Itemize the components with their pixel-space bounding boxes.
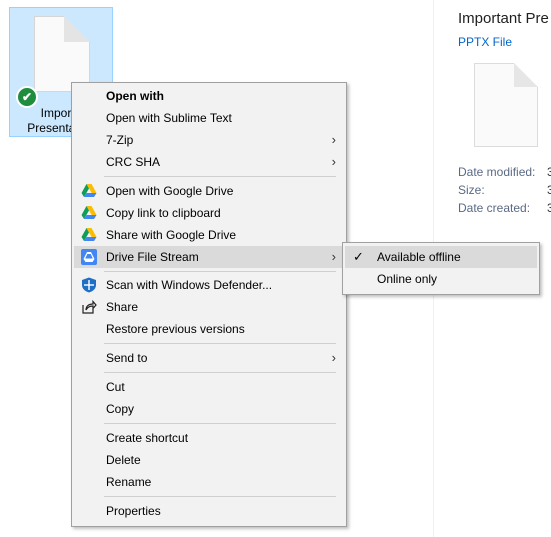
menu-separator xyxy=(104,423,336,424)
menu-item-restore-versions[interactable]: Restore previous versions xyxy=(74,318,344,340)
preview-label-date-modified: Date modified: xyxy=(458,165,536,179)
menu-item-delete[interactable]: Delete xyxy=(74,449,344,471)
chevron-right-icon: › xyxy=(331,249,336,264)
drive-file-stream-submenu: ✓ Available offline Online only xyxy=(342,242,540,295)
file-icon xyxy=(34,16,90,92)
menu-item-open-with[interactable]: Open with xyxy=(74,85,344,107)
menu-separator xyxy=(104,176,336,177)
preview-value-size: 3 xyxy=(547,183,551,197)
menu-item-properties[interactable]: Properties xyxy=(74,500,344,522)
menu-item-open-with-google-drive[interactable]: Open with Google Drive xyxy=(74,180,344,202)
checkmark-icon: ✓ xyxy=(353,249,364,264)
google-drive-icon xyxy=(81,228,97,241)
menu-item-copy[interactable]: Copy xyxy=(74,398,344,420)
menu-item-scan-defender[interactable]: Scan with Windows Defender... xyxy=(74,274,344,296)
share-icon xyxy=(82,299,97,314)
preview-value-date-modified: 3 xyxy=(547,165,551,179)
menu-item-copy-link[interactable]: Copy link to clipboard xyxy=(74,202,344,224)
preview-file-type: PPTX File xyxy=(458,35,513,49)
menu-item-open-with-sublime[interactable]: Open with Sublime Text xyxy=(74,107,344,129)
chevron-right-icon: › xyxy=(331,350,336,365)
menu-separator xyxy=(104,496,336,497)
drive-file-stream-icon xyxy=(81,249,97,265)
windows-defender-icon xyxy=(82,277,96,293)
menu-item-share-google-drive[interactable]: Share with Google Drive xyxy=(74,224,344,246)
menu-item-send-to[interactable]: Send to › xyxy=(74,347,344,369)
menu-item-cut[interactable]: Cut xyxy=(74,376,344,398)
menu-separator xyxy=(104,372,336,373)
menu-separator xyxy=(104,271,336,272)
submenu-item-available-offline[interactable]: ✓ Available offline xyxy=(345,246,537,268)
menu-item-crc-sha[interactable]: CRC SHA › xyxy=(74,151,344,173)
preview-title: Important Pre xyxy=(458,10,549,27)
chevron-right-icon: › xyxy=(331,154,336,169)
preview-value-date-created: 3 xyxy=(547,201,551,215)
preview-thumbnail xyxy=(474,63,538,147)
menu-separator xyxy=(104,343,336,344)
preview-label-size: Size: xyxy=(458,183,485,197)
sync-status-icon: ✔ xyxy=(16,86,38,108)
google-drive-icon xyxy=(81,206,97,219)
chevron-right-icon: › xyxy=(331,132,336,147)
menu-item-share[interactable]: Share xyxy=(74,296,344,318)
menu-item-create-shortcut[interactable]: Create shortcut xyxy=(74,427,344,449)
menu-item-7zip[interactable]: 7-Zip › xyxy=(74,129,344,151)
menu-item-drive-file-stream[interactable]: Drive File Stream › xyxy=(74,246,344,268)
preview-label-date-created: Date created: xyxy=(458,201,531,215)
context-menu: Open with Open with Sublime Text 7-Zip › … xyxy=(71,82,347,527)
google-drive-icon xyxy=(81,184,97,197)
submenu-item-online-only[interactable]: Online only xyxy=(345,268,537,290)
menu-item-rename[interactable]: Rename xyxy=(74,471,344,493)
